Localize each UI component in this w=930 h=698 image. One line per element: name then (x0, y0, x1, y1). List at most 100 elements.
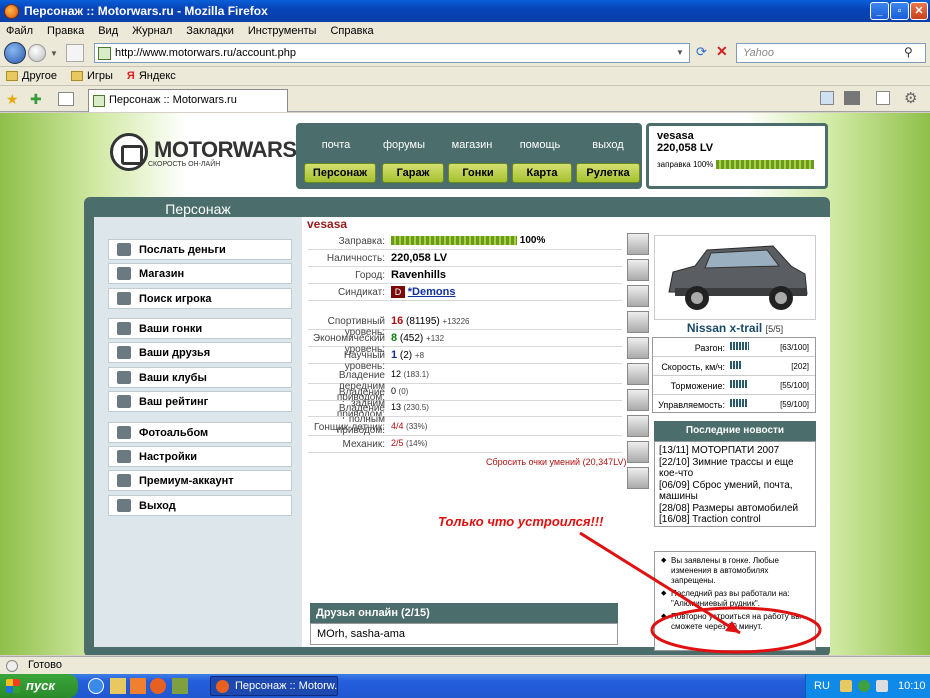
url-input[interactable]: http://www.motorwars.ru/account.php (94, 43, 690, 63)
firefox-quicklaunch-icon[interactable] (150, 678, 166, 694)
stop-icon[interactable]: ✕ (716, 43, 728, 60)
sidebar-item-label: Ваши друзья (139, 346, 211, 359)
sidebar-item-find-player[interactable]: Поиск игрока (108, 288, 292, 309)
firefox-icon (4, 3, 19, 19)
nav-shop[interactable]: магазин (442, 139, 502, 151)
spec-value: [55/100] (780, 381, 809, 390)
nav-logout[interactable]: выход (578, 139, 638, 151)
piston-icon[interactable] (627, 415, 649, 437)
maximize-button[interactable]: ▫ (890, 2, 909, 20)
reload-icon[interactable]: ⟳ (696, 44, 707, 60)
tab-map-button[interactable]: Карта (512, 163, 572, 183)
quicklaunch-icon[interactable] (130, 678, 146, 694)
sci-level: 1 (391, 349, 398, 361)
sidebar-item-friends[interactable]: Ваши друзья (108, 342, 292, 363)
nav-mail[interactable]: почта (306, 139, 366, 151)
quicklaunch-icon[interactable] (110, 678, 126, 694)
forward-button[interactable] (28, 44, 46, 62)
sidebar-item-clubs[interactable]: Ваши клубы (108, 367, 292, 388)
car-image[interactable] (654, 235, 816, 320)
gear-icon[interactable]: ⚙ (904, 89, 917, 107)
sidebar-item-send-money[interactable]: Послать деньги (108, 239, 292, 260)
sidebar-item-settings[interactable]: Настройки (108, 446, 292, 467)
start-button[interactable]: пуск (0, 674, 78, 698)
tray-icon[interactable] (840, 680, 852, 692)
home-button[interactable] (66, 44, 84, 62)
tab-active[interactable]: Персонаж :: Motorwars.ru (88, 89, 288, 112)
tab-roulette-button[interactable]: Рулетка (576, 163, 640, 183)
sidebar-item-races[interactable]: Ваши гонки (108, 318, 292, 339)
bookmark-other[interactable]: Другое (6, 70, 57, 82)
tray-icon[interactable] (876, 680, 888, 692)
window-titlebar: Персонаж :: Motorwars.ru - Mozilla Firef… (0, 0, 930, 22)
add-bookmark-icon[interactable]: ✚ (30, 91, 42, 108)
nitro-icon[interactable] (627, 441, 649, 463)
menu-help[interactable]: Справка (330, 25, 373, 37)
back-button[interactable] (4, 42, 26, 64)
sidebar-item-label: Ваши гонки (139, 322, 203, 335)
engine-icon[interactable] (627, 363, 649, 385)
brake-disc-icon[interactable] (627, 337, 649, 359)
reset-skills-link[interactable]: Сбросить очки умений (20,347LV) (486, 457, 626, 467)
city-value[interactable]: Ravenhills (391, 269, 446, 281)
search-icon[interactable]: ⚲ (904, 45, 913, 59)
print-icon[interactable] (844, 91, 860, 105)
pilot-label: Гонщик-летчик: (314, 422, 385, 433)
tire-icon[interactable] (627, 259, 649, 281)
user-summary: vesasa 220,058 LV заправка 100% (646, 123, 828, 189)
sidebar-item-premium[interactable]: Премиум-аккаунт (108, 470, 292, 491)
bookmark-yandex[interactable]: Я Яндекс (127, 70, 176, 82)
suspension-icon[interactable] (627, 233, 649, 255)
url-dropdown-icon[interactable]: ▼ (676, 48, 684, 57)
menu-tools[interactable]: Инструменты (248, 25, 317, 37)
clubs-icon (117, 371, 131, 384)
page-icon[interactable] (876, 91, 890, 105)
tab-garage-button[interactable]: Гараж (382, 163, 444, 183)
cash-label: Наличность: (326, 253, 385, 264)
sidebar-item-logout[interactable]: Выход (108, 495, 292, 516)
bookmark-games[interactable]: Игры (70, 70, 113, 82)
tray-icon[interactable] (858, 680, 870, 692)
sidebar-item-shop[interactable]: Магазин (108, 263, 292, 284)
menu-view[interactable]: Вид (98, 25, 118, 37)
turbo-icon[interactable] (627, 389, 649, 411)
news-item[interactable]: [22/10] Зимние трассы и еще кое-что (659, 457, 811, 480)
menu-history[interactable]: Журнал (132, 25, 172, 37)
clock[interactable]: 10:10 (898, 674, 926, 698)
chip-icon[interactable] (627, 467, 649, 489)
news-item[interactable]: [13/11] МОТОРПАТИ 2007 (659, 445, 811, 457)
nav-help[interactable]: помощь (510, 139, 570, 151)
language-indicator[interactable]: RU (814, 674, 830, 698)
status-text: Готово (28, 659, 62, 671)
tab-character-button[interactable]: Персонаж (304, 163, 376, 183)
exhaust-icon[interactable] (627, 285, 649, 307)
tabs-list-icon[interactable] (58, 92, 74, 106)
syndicate-link[interactable]: *Demons (408, 286, 456, 298)
ie-icon[interactable] (88, 678, 104, 694)
tab-races-button[interactable]: Гонки (448, 163, 508, 183)
minimize-button[interactable]: _ (870, 2, 889, 20)
quicklaunch-icon[interactable] (172, 678, 188, 694)
user-fuel: заправка 100% (657, 160, 817, 170)
spec-braking: Торможение: [55/100] (653, 376, 815, 395)
nav-forums[interactable]: форумы (374, 139, 434, 151)
sidebar-item-rating[interactable]: Ваш рейтинг (108, 391, 292, 412)
news-item[interactable]: [06/09] Сброс умений, почта, машины (659, 480, 811, 503)
star-icon[interactable]: ★ (6, 91, 19, 108)
navigation-toolbar: ▼ http://www.motorwars.ru/account.php ▼ … (0, 39, 930, 67)
home-icon[interactable] (820, 91, 834, 105)
page-content: MOTORWARS.RU СКОРОСТЬ ОН-ЛАЙН почта фору… (0, 113, 930, 655)
status-bar: Готово (0, 656, 930, 674)
news-item[interactable]: [28/08] Размеры автомобилей (659, 503, 811, 515)
windows-logo-icon (6, 679, 20, 693)
menu-edit[interactable]: Правка (47, 25, 84, 37)
status-icon (6, 660, 18, 672)
taskbar-item-firefox[interactable]: Персонаж :: Motorw... (210, 676, 338, 696)
sidebar-item-photoalbum[interactable]: Фотоальбом (108, 422, 292, 443)
wing-icon[interactable] (627, 311, 649, 333)
menu-bookmarks[interactable]: Закладки (186, 25, 234, 37)
close-button[interactable]: ✕ (910, 2, 928, 20)
search-input[interactable]: Yahoo (736, 43, 926, 63)
menu-file[interactable]: Файл (6, 25, 33, 37)
history-dropdown-icon[interactable]: ▼ (50, 49, 58, 58)
